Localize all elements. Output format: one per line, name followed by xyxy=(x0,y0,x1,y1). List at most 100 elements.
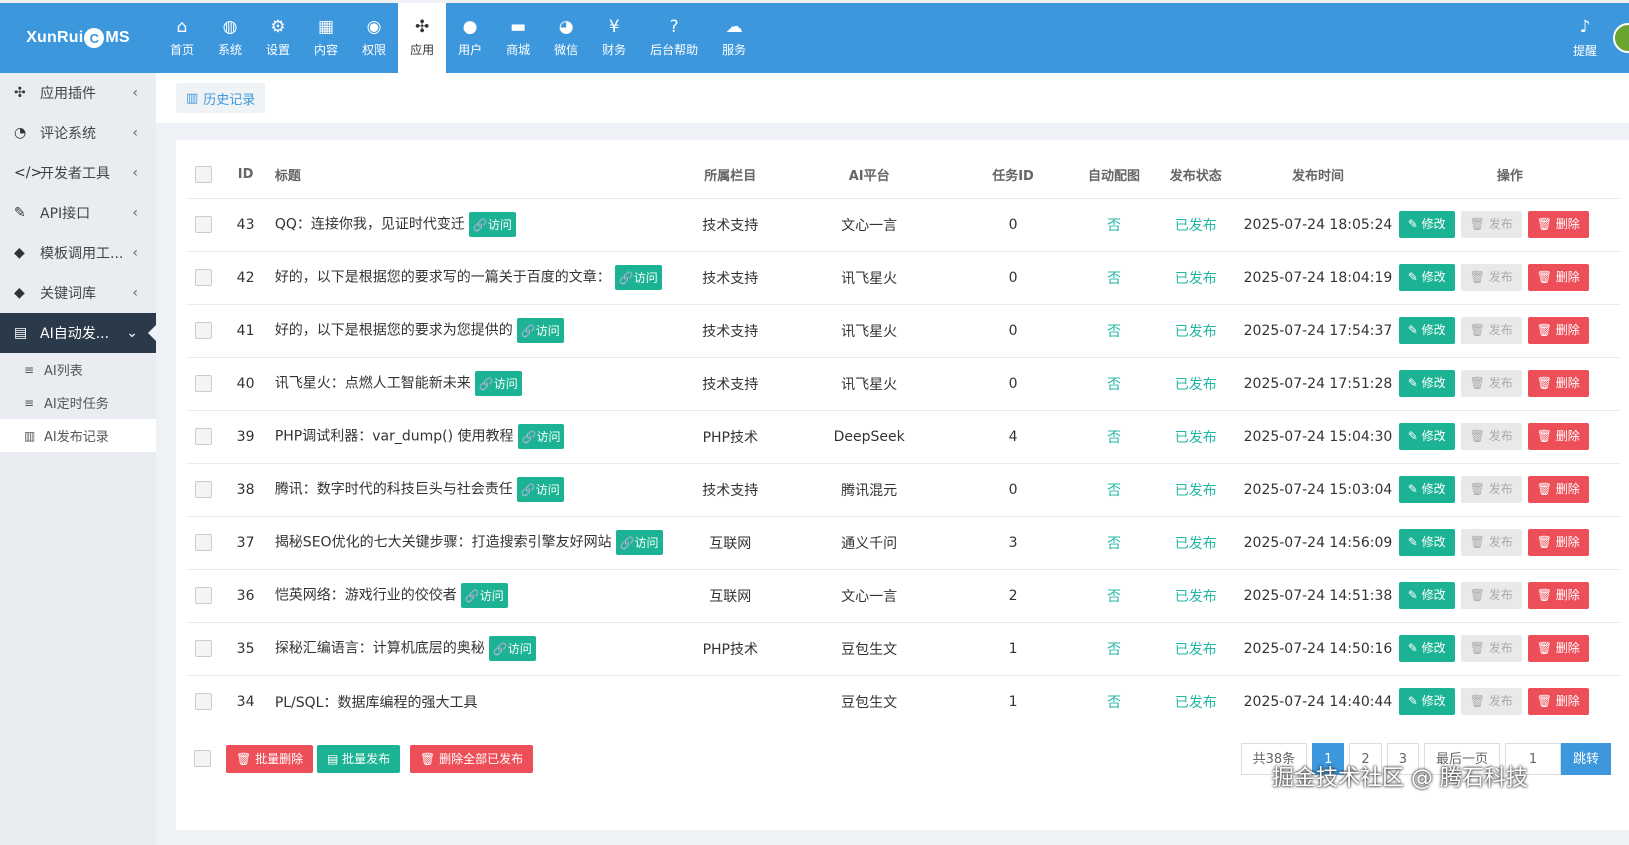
publish-button[interactable]: 🗑 发布 xyxy=(1460,264,1522,291)
edit-button[interactable]: ✎ 修改 xyxy=(1398,264,1455,291)
header-select-all[interactable] xyxy=(186,152,220,198)
delete-button[interactable]: 🗑 删除 xyxy=(1527,688,1589,716)
sidebar-subitem-0[interactable]: ≡ AI列表 xyxy=(0,353,156,386)
nav-0[interactable]: ⌂ 首页 xyxy=(158,3,206,73)
delete-button[interactable]: 🗑 删除 xyxy=(1527,370,1589,397)
row-checkbox[interactable] xyxy=(194,534,212,551)
delete-button[interactable]: 🗑 删除 xyxy=(1527,476,1589,503)
edit-button[interactable]: ✎ 修改 xyxy=(1398,370,1455,397)
avatar[interactable] xyxy=(1613,23,1629,53)
sidebar-item-6[interactable]: ▤ AI自动发... ⌄ xyxy=(0,313,157,353)
sidebar-item-3[interactable]: ✎ API接口 ‹ xyxy=(0,193,156,233)
jump-button[interactable]: 跳转 xyxy=(1560,743,1611,775)
cell-auto-image[interactable]: 否 xyxy=(1073,250,1155,304)
sidebar-item-1[interactable]: ◔ 评论系统 ‹ xyxy=(0,113,156,153)
edit-button[interactable]: ✎ 修改 xyxy=(1398,476,1455,503)
delete-button[interactable]: 🗑 删除 xyxy=(1527,582,1589,609)
logo[interactable]: XunRui C MS xyxy=(0,3,156,73)
nav-10[interactable]: ? 后台帮助 xyxy=(638,3,710,73)
nav-6[interactable]: ● 用户 xyxy=(446,3,494,73)
row-checkbox[interactable] xyxy=(194,693,212,711)
edit-button[interactable]: ✎ 修改 xyxy=(1398,582,1455,609)
auto-image-value[interactable]: 否 xyxy=(1107,695,1121,711)
sidebar-item-0[interactable]: ✣ 应用插件 ‹ xyxy=(0,73,156,113)
edit-button[interactable]: ✎ 修改 xyxy=(1398,317,1455,344)
edit-button[interactable]: ✎ 修改 xyxy=(1398,635,1455,662)
auto-image-value[interactable]: 否 xyxy=(1107,218,1121,234)
sidebar-item-5[interactable]: ◆ 关键词库 ‹ xyxy=(0,273,156,313)
edit-button[interactable]: ✎ 修改 xyxy=(1398,529,1455,556)
cell-auto-image[interactable]: 否 xyxy=(1073,197,1155,251)
row-checkbox[interactable] xyxy=(194,375,212,392)
publish-button[interactable]: 🗑 发布 xyxy=(1460,529,1522,556)
visit-button[interactable]: 🔗访问 xyxy=(460,583,508,608)
auto-image-value[interactable]: 否 xyxy=(1107,483,1121,499)
sidebar-item-2[interactable]: </> 开发者工具 ‹ xyxy=(0,153,156,193)
row-checkbox[interactable] xyxy=(194,216,212,233)
visit-button[interactable]: 🔗访问 xyxy=(614,265,662,290)
cell-auto-image[interactable]: 否 xyxy=(1073,409,1155,463)
auto-image-value[interactable]: 否 xyxy=(1107,377,1121,393)
auto-image-value[interactable]: 否 xyxy=(1107,430,1121,446)
nav-9[interactable]: ¥ 财务 xyxy=(590,3,638,73)
delete-all-published-button[interactable]: 🗑 删除全部已发布 xyxy=(410,745,534,773)
row-checkbox[interactable] xyxy=(194,428,212,445)
visit-button[interactable]: 🔗访问 xyxy=(488,636,536,661)
reminder-button[interactable]: ♪ 提醒 xyxy=(1573,3,1597,73)
visit-button[interactable]: 🔗访问 xyxy=(468,212,516,237)
edit-button[interactable]: ✎ 修改 xyxy=(1398,688,1455,716)
cell-auto-image[interactable]: 否 xyxy=(1073,674,1155,728)
auto-image-value[interactable]: 否 xyxy=(1107,271,1121,287)
cell-auto-image[interactable]: 否 xyxy=(1073,303,1155,357)
batch-delete-button[interactable]: 🗑 批量删除 xyxy=(226,745,314,773)
nav-7[interactable]: ▬ 商城 xyxy=(494,3,542,73)
nav-5[interactable]: ✣ 应用 xyxy=(398,3,447,73)
auto-image-value[interactable]: 否 xyxy=(1107,589,1121,605)
cell-auto-image[interactable]: 否 xyxy=(1073,356,1155,410)
delete-button[interactable]: 🗑 删除 xyxy=(1527,211,1589,238)
publish-button[interactable]: 🗑 发布 xyxy=(1460,370,1522,397)
cell-auto-image[interactable]: 否 xyxy=(1073,515,1155,569)
header-publish-time[interactable]: 发布时间 xyxy=(1237,152,1399,198)
delete-button[interactable]: 🗑 删除 xyxy=(1527,317,1589,344)
delete-button[interactable]: 🗑 删除 xyxy=(1527,635,1589,662)
row-checkbox[interactable] xyxy=(194,640,212,657)
auto-image-value[interactable]: 否 xyxy=(1107,324,1121,340)
publish-button[interactable]: 🗑 发布 xyxy=(1460,211,1522,238)
visit-button[interactable]: 🔗访问 xyxy=(615,530,663,555)
visit-button[interactable]: 🔗访问 xyxy=(474,371,522,396)
publish-button[interactable]: 🗑 发布 xyxy=(1460,423,1522,450)
publish-button[interactable]: 🗑 发布 xyxy=(1460,688,1522,716)
auto-image-value[interactable]: 否 xyxy=(1107,536,1121,552)
visit-button[interactable]: 🔗访问 xyxy=(516,318,564,343)
cell-auto-image[interactable]: 否 xyxy=(1073,462,1155,516)
header-id[interactable]: ID xyxy=(220,152,270,198)
sidebar-subitem-1[interactable]: ≡ AI定时任务 xyxy=(0,386,156,419)
nav-8[interactable]: ◕ 微信 xyxy=(542,3,590,73)
edit-button[interactable]: ✎ 修改 xyxy=(1398,423,1455,450)
row-checkbox[interactable] xyxy=(194,269,212,286)
publish-button[interactable]: 🗑 发布 xyxy=(1460,635,1522,662)
publish-button[interactable]: 🗑 发布 xyxy=(1460,476,1522,503)
footer-select-all-checkbox[interactable] xyxy=(194,750,211,767)
nav-3[interactable]: ▦ 内容 xyxy=(302,3,350,73)
visit-button[interactable]: 🔗访问 xyxy=(517,424,565,449)
row-checkbox[interactable] xyxy=(194,587,212,604)
sidebar-subitem-2[interactable]: ▥ AI发布记录 xyxy=(0,419,156,452)
row-checkbox[interactable] xyxy=(194,481,212,498)
tab-history[interactable]: ▥ 历史记录 xyxy=(176,83,266,113)
auto-image-value[interactable]: 否 xyxy=(1107,642,1121,658)
publish-button[interactable]: 🗑 发布 xyxy=(1460,582,1522,609)
nav-4[interactable]: ◉ 权限 xyxy=(350,3,398,73)
cell-auto-image[interactable]: 否 xyxy=(1073,621,1155,675)
edit-button[interactable]: ✎ 修改 xyxy=(1398,211,1455,238)
select-all-checkbox[interactable] xyxy=(194,166,212,184)
nav-2[interactable]: ⚙ 设置 xyxy=(254,3,302,73)
publish-button[interactable]: 🗑 发布 xyxy=(1460,317,1522,344)
sidebar-item-4[interactable]: ◆ 模板调用工... ‹ xyxy=(0,233,156,273)
cell-auto-image[interactable]: 否 xyxy=(1073,568,1155,622)
delete-button[interactable]: 🗑 删除 xyxy=(1527,529,1589,556)
batch-publish-button[interactable]: ▤ 批量发布 xyxy=(317,745,401,773)
nav-11[interactable]: ☁ 服务 xyxy=(710,3,758,73)
visit-button[interactable]: 🔗访问 xyxy=(516,477,564,502)
